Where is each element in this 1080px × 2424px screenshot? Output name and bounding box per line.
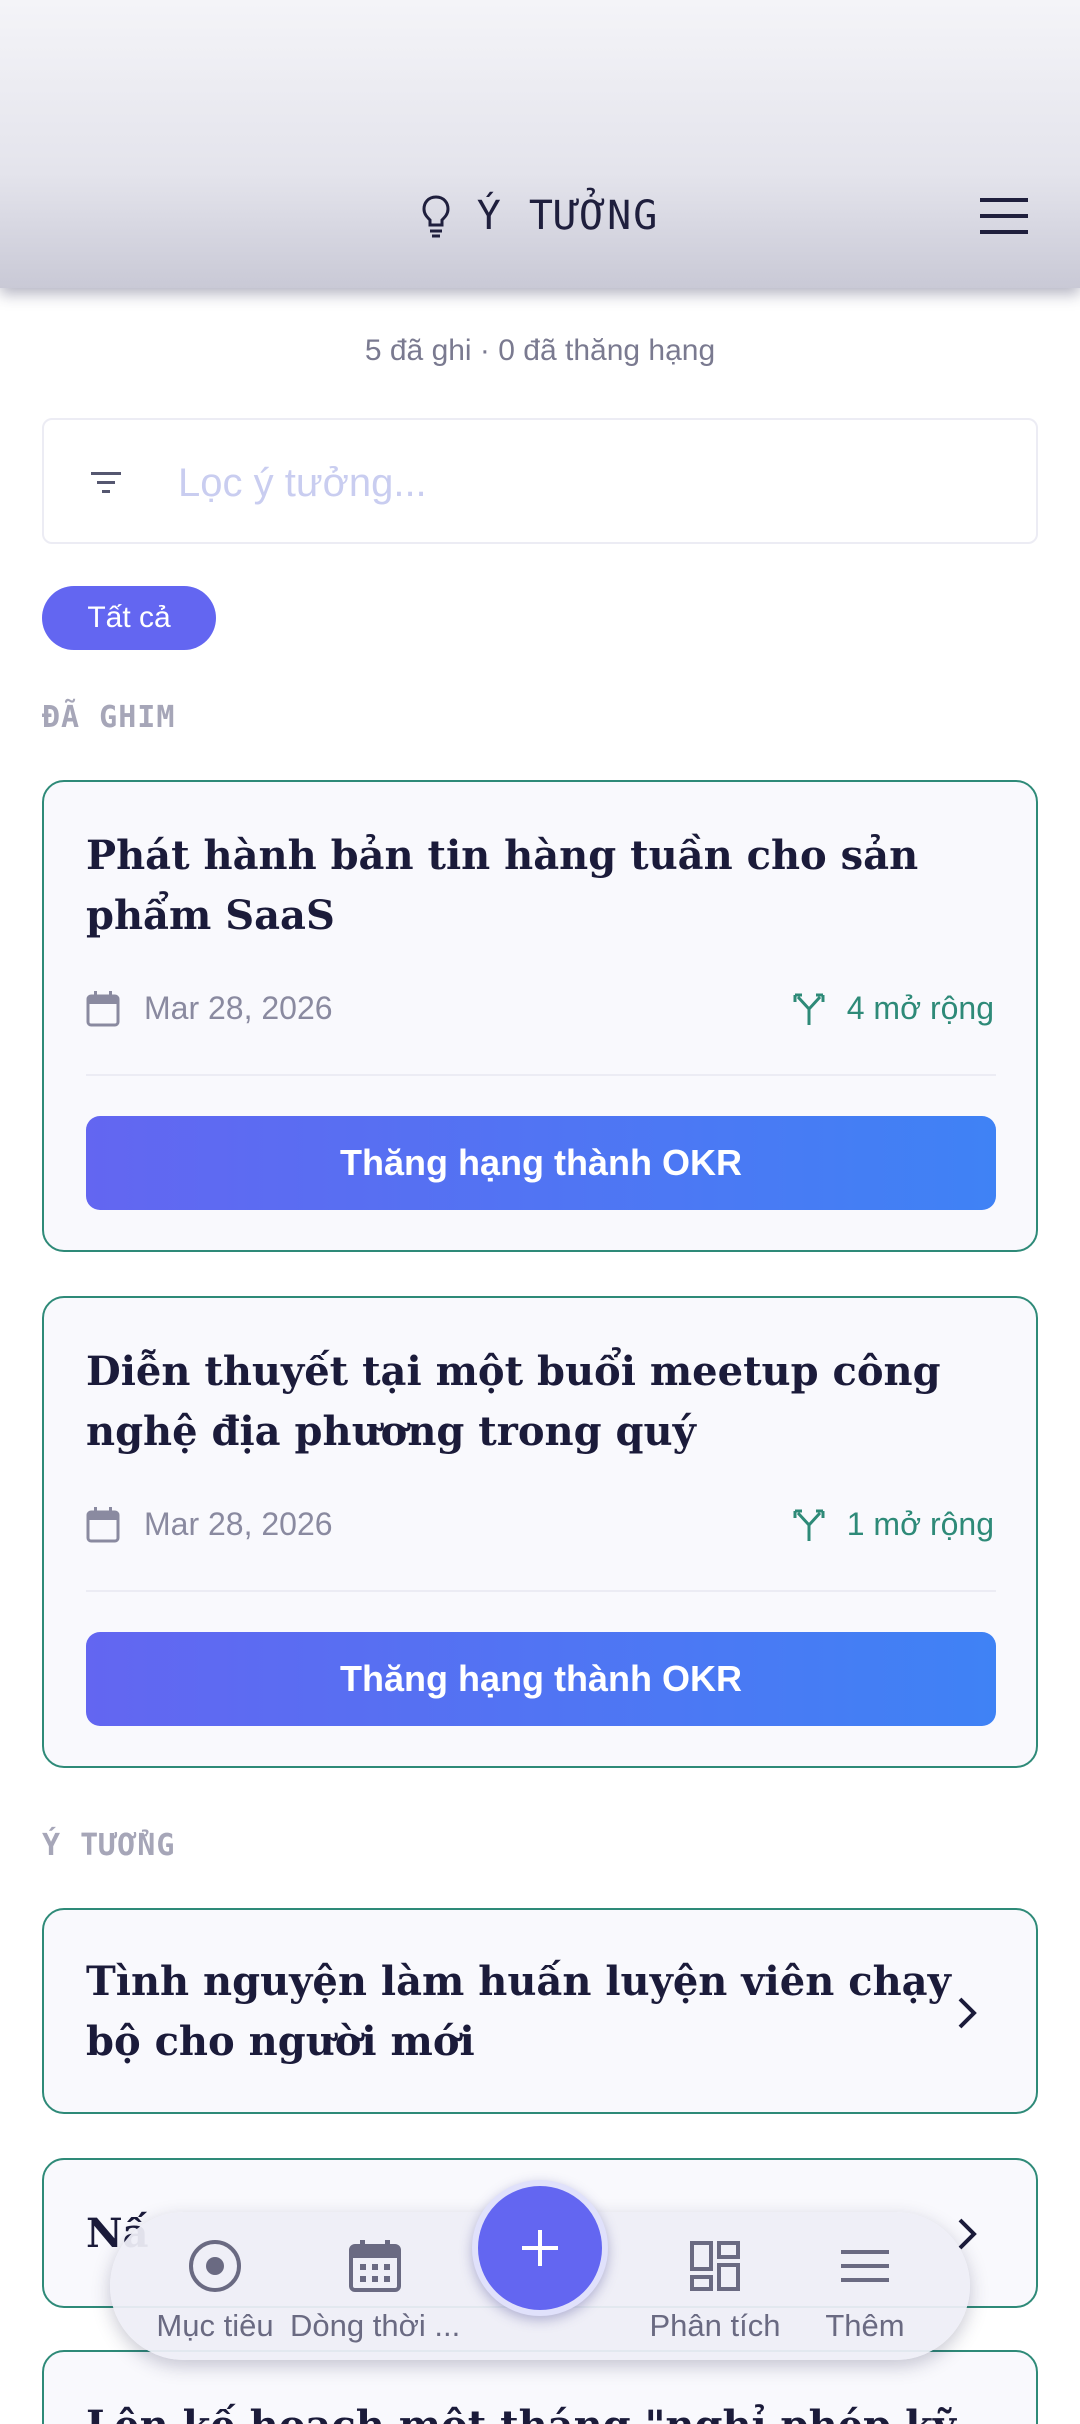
menu-icon — [841, 2250, 889, 2282]
chevron-right-icon — [958, 2218, 977, 2250]
app-header: Ý TƯỞNG — [0, 0, 1080, 288]
hamburger-menu-icon[interactable] — [980, 196, 1032, 236]
idea-title: Tình nguyện làm huấn luyện viên chạy bộ … — [86, 1958, 951, 2065]
card-expansions-text: 4 mở rộng — [846, 990, 994, 1026]
card-date: Mar 28, 2026 — [86, 1506, 333, 1543]
card-date: Mar 28, 2026 — [86, 990, 333, 1027]
card-divider — [86, 1074, 996, 1076]
promote-to-okr-button[interactable]: Thăng hạng thành OKR — [86, 1116, 996, 1210]
filter-box[interactable] — [42, 418, 1038, 544]
pinned-card[interactable]: Phát hành bản tin hàng tuần cho sản phẩm… — [42, 780, 1038, 1252]
card-expansions: 4 mở rộng — [793, 990, 994, 1027]
pinned-card[interactable]: Diễn thuyết tại một buổi meetup công ngh… — [42, 1296, 1038, 1768]
promote-to-okr-button[interactable]: Thăng hạng thành OKR — [86, 1632, 996, 1726]
section-label-ideas: Ý TƯỞNG — [42, 1828, 176, 1863]
filter-icon — [91, 472, 121, 493]
nav-item-goals[interactable]: Mục tiêu — [130, 2230, 300, 2350]
header-title-group: Ý TƯỞNG — [0, 186, 1080, 246]
nav-label: Phân tích — [649, 2308, 781, 2343]
calendar-icon — [349, 2240, 401, 2292]
card-title: Phát hành bản tin hàng tuần cho sản phẩm… — [86, 832, 919, 939]
card-date-text: Mar 28, 2026 — [144, 1506, 333, 1542]
add-idea-fab[interactable] — [472, 2180, 608, 2316]
calendar-icon — [86, 990, 120, 1026]
card-title: Diễn thuyết tại một buổi meetup công ngh… — [86, 1348, 941, 1455]
calendar-icon — [86, 1506, 120, 1542]
card-expansions: 1 mở rộng — [793, 1506, 994, 1543]
idea-list-item[interactable]: Lên kế hoạch một tháng "nghỉ phép kỹ — [42, 2350, 1038, 2424]
target-icon — [189, 2240, 241, 2292]
card-date-text: Mar 28, 2026 — [144, 990, 333, 1026]
summary-counts: 5 đã ghi · 0 đã thăng hạng — [364, 334, 716, 367]
nav-label: Dòng thời ... — [290, 2308, 461, 2343]
plus-icon — [522, 2230, 558, 2266]
nav-item-more[interactable]: Thêm — [780, 2230, 950, 2350]
card-expansions-text: 1 mở rộng — [846, 1506, 994, 1542]
branch-icon — [793, 1509, 825, 1541]
filter-input[interactable] — [178, 448, 998, 518]
chevron-right-icon — [958, 1997, 977, 2029]
dashboard-icon — [690, 2241, 740, 2291]
idea-list-item[interactable]: Tình nguyện làm huấn luyện viên chạy bộ … — [42, 1908, 1038, 2114]
branch-icon — [793, 993, 825, 1025]
nav-item-timeline[interactable]: Dòng thời ... — [290, 2230, 460, 2350]
nav-label: Thêm — [825, 2308, 905, 2343]
section-label-pinned: ĐÃ GHIM — [42, 700, 176, 735]
page-title: Ý TƯỞNG — [476, 193, 660, 239]
nav-label: Mục tiêu — [156, 2308, 274, 2343]
idea-title: Lên kế hoạch một tháng "nghỉ phép kỹ — [86, 2396, 966, 2424]
nav-item-analytics[interactable]: Phân tích — [630, 2230, 800, 2350]
lightbulb-icon — [422, 195, 450, 238]
chip-all[interactable]: Tất cả — [42, 586, 216, 650]
card-divider — [86, 1590, 996, 1592]
